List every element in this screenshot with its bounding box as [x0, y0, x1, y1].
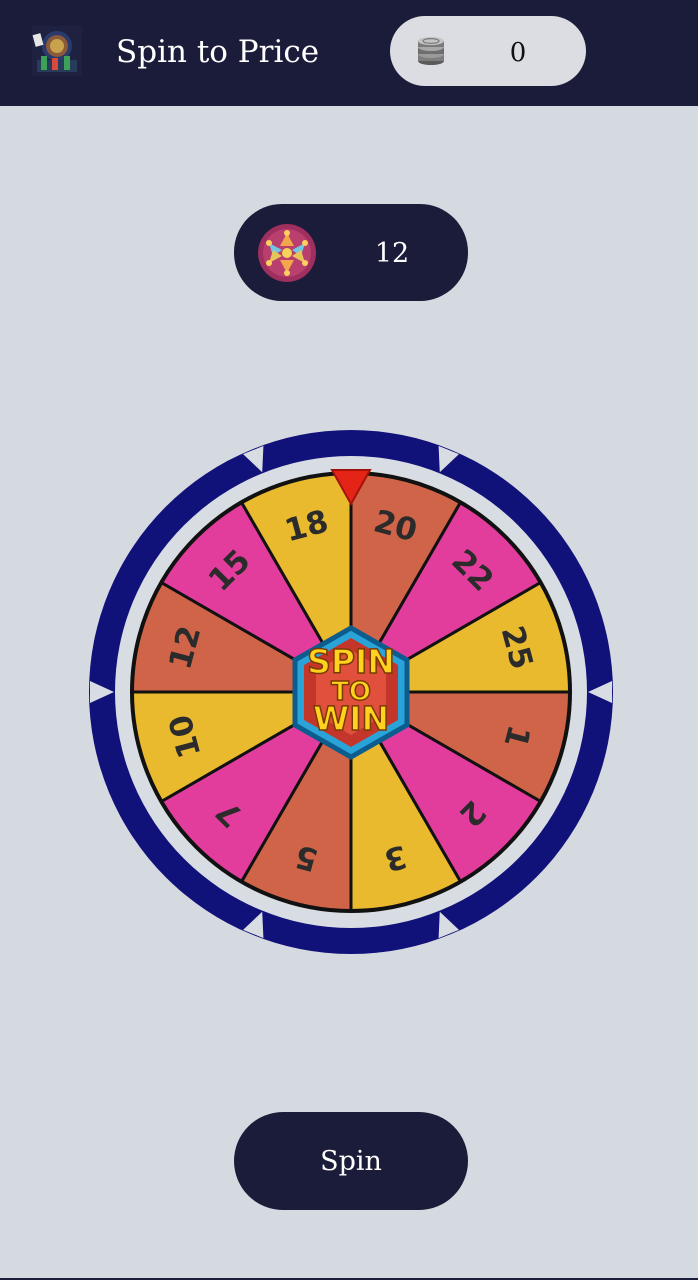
coin-count: 0 [509, 38, 527, 68]
badge-line-3: WIN [313, 699, 389, 738]
coin-balance: 0 [390, 16, 586, 86]
prize-wheel-icon [258, 224, 316, 282]
app-bar: Spin to Price 0 [0, 0, 698, 106]
app-title: Spin to Price [116, 34, 320, 70]
spins-remaining: 12 [234, 204, 468, 301]
prize-wheel[interactable]: 2022251235710121518 SPIN TO WIN [84, 425, 618, 959]
badge-line-1: SPIN [307, 642, 395, 681]
spin-button[interactable]: Spin [234, 1112, 468, 1210]
spins-count: 12 [374, 238, 410, 269]
casino-chips-logo-icon[interactable] [32, 26, 82, 76]
spin-button-label: Spin [320, 1146, 382, 1177]
coin-stack-icon [418, 37, 444, 65]
